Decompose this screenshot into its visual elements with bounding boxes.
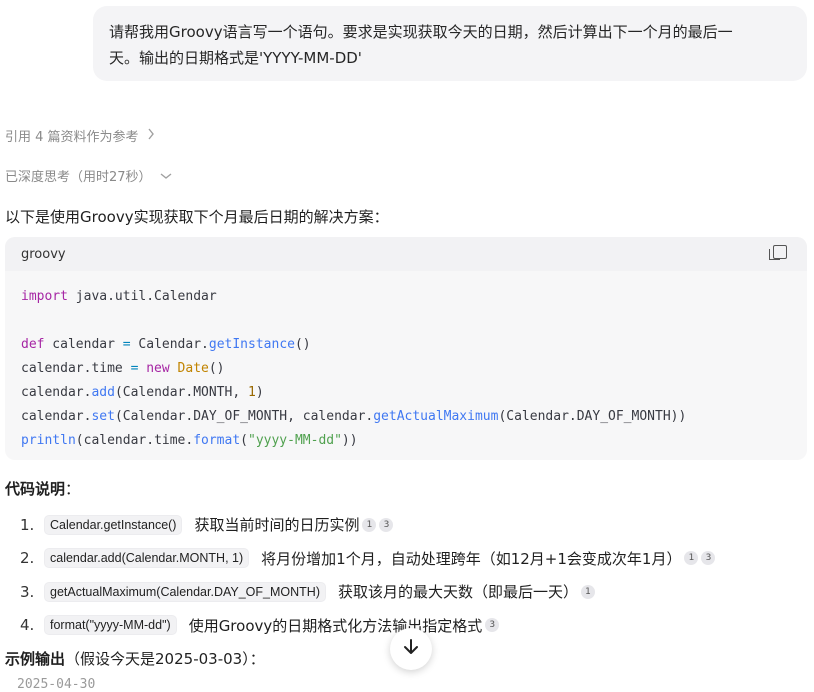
code-token: ( bbox=[240, 433, 248, 448]
item-text: 获取当前时间的日历实例 bbox=[194, 516, 360, 535]
code-token: )) bbox=[341, 433, 358, 448]
references-label: 引用 4 篇资料作为参考 bbox=[5, 130, 139, 145]
code-line-7: println(calendar.time.format("yyyy-MM-dd… bbox=[21, 429, 791, 453]
code-token: java.util.Calendar bbox=[67, 289, 217, 304]
copy-button[interactable] bbox=[769, 241, 791, 267]
item-text: 获取该月的最大天数（即最后一天） bbox=[337, 583, 578, 602]
explanation-title: 代码说明 bbox=[5, 480, 66, 498]
code-token: "yyyy-MM-dd" bbox=[248, 433, 342, 448]
item-text: 将月份增加1个月，自动处理跨年（如12月+1会变成次年1月） bbox=[261, 549, 682, 568]
inline-code: getActualMaximum(Calendar.DAY_OF_MONTH) bbox=[44, 581, 326, 602]
thinking-toggle[interactable]: 已深度思考（用时27秒） bbox=[5, 166, 172, 185]
example-heading: 示例输出（假设今天是2025-03-03）： bbox=[5, 648, 265, 669]
code-token: calendar bbox=[44, 337, 123, 352]
code-token: Date bbox=[177, 361, 209, 376]
citation-badge[interactable]: 1 bbox=[581, 584, 595, 599]
code-token: getActualMaximum bbox=[373, 409, 499, 424]
item-number: 1. bbox=[20, 515, 35, 534]
code-block: groovy import java.util.Calendar​def cal… bbox=[5, 237, 807, 460]
code-token: (Calendar.MONTH, bbox=[114, 385, 248, 400]
code-token: ) bbox=[255, 385, 264, 400]
user-message-line-2: 天。输出的日期格式是'YYYY-MM-DD' bbox=[109, 49, 362, 67]
code-token: () bbox=[294, 337, 311, 352]
code-token: getInstance bbox=[208, 337, 295, 352]
references-toggle[interactable]: 引用 4 篇资料作为参考 bbox=[5, 126, 155, 145]
chevron-down-icon bbox=[160, 169, 172, 183]
code-token: calendar.time bbox=[21, 361, 131, 376]
example-title: 示例输出 bbox=[5, 650, 66, 668]
code-header: groovy bbox=[5, 237, 807, 271]
chevron-right-icon bbox=[147, 128, 155, 143]
explanation-list: 1. Calendar.getInstance() 获取当前时间的日历实例 1 … bbox=[20, 508, 800, 642]
user-message-line-1: 请帮我用Groovy语言写一个语句。要求是实现获取今天的日期，然后计算出下一个月… bbox=[109, 23, 733, 41]
code-token: (Calendar.DAY_OF_MONTH, calendar. bbox=[114, 409, 374, 424]
code-token: calendar. bbox=[21, 385, 92, 400]
code-line-3: def calendar = Calendar.getInstance() bbox=[21, 333, 791, 357]
code-line-1: import java.util.Calendar bbox=[21, 285, 791, 309]
explanation-heading: 代码说明： bbox=[5, 478, 80, 499]
example-output: 2025-04-30 bbox=[17, 677, 96, 692]
citation-badge[interactable]: 3 bbox=[379, 517, 394, 532]
code-token: calendar. bbox=[21, 409, 92, 424]
code-language-label: groovy bbox=[21, 246, 66, 262]
code-token: add bbox=[91, 385, 115, 400]
code-line-2: ​ bbox=[21, 309, 791, 333]
code-token: (Calendar.DAY_OF_MONTH)) bbox=[498, 409, 687, 424]
item-text: 使用Groovy的日期格式化方法输出指定格式 bbox=[188, 616, 483, 635]
thinking-label: 已深度思考（用时27秒） bbox=[5, 170, 152, 185]
arrow-down-icon bbox=[402, 638, 420, 660]
code-token: new bbox=[146, 361, 170, 376]
item-number: 4. bbox=[20, 616, 35, 635]
list-item: 2. calendar.add(Calendar.MONTH, 1) 将月份增加… bbox=[20, 542, 800, 576]
list-item: 1. Calendar.getInstance() 获取当前时间的日历实例 1 … bbox=[20, 508, 800, 542]
code-token: 1 bbox=[248, 385, 256, 400]
code-token: import bbox=[21, 289, 68, 304]
copy-icon bbox=[769, 245, 787, 260]
code-token: (calendar.time. bbox=[75, 433, 194, 448]
code-token: println bbox=[21, 433, 76, 448]
citation-badge[interactable]: 1 bbox=[684, 551, 699, 566]
code-token: = bbox=[122, 337, 131, 352]
code-token: set bbox=[91, 409, 115, 424]
code-token: Calendar. bbox=[130, 337, 209, 352]
inline-code: calendar.add(Calendar.MONTH, 1) bbox=[44, 548, 250, 569]
answer-intro: 以下是使用Groovy实现获取下个月最后日期的解决方案： bbox=[5, 208, 389, 226]
explanation-colon: ： bbox=[65, 480, 81, 498]
citation-badge[interactable]: 1 bbox=[362, 517, 377, 532]
inline-code: format("yyyy-MM-dd") bbox=[44, 615, 177, 636]
code-token: def bbox=[21, 337, 45, 352]
user-message-bubble: 请帮我用Groovy语言写一个语句。要求是实现获取今天的日期，然后计算出下一个月… bbox=[93, 6, 807, 81]
inline-code: Calendar.getInstance() bbox=[44, 514, 183, 535]
citation-badge[interactable]: 3 bbox=[485, 618, 500, 633]
citation-badge[interactable]: 3 bbox=[701, 551, 716, 566]
code-line-4: calendar.time = new Date() bbox=[21, 357, 791, 381]
example-note: （假设今天是2025-03-03）： bbox=[65, 650, 265, 668]
scroll-to-bottom-button[interactable] bbox=[390, 628, 432, 670]
code-line-5: calendar.add(Calendar.MONTH, 1) bbox=[21, 381, 791, 405]
list-item: 3. getActualMaximum(Calendar.DAY_OF_MONT… bbox=[20, 575, 800, 609]
item-number: 3. bbox=[20, 582, 35, 601]
code-token: format bbox=[193, 433, 241, 448]
code-line-6: calendar.set(Calendar.DAY_OF_MONTH, cale… bbox=[21, 405, 791, 429]
item-number: 2. bbox=[20, 549, 35, 568]
code-body: import java.util.Calendar​def calendar =… bbox=[5, 271, 807, 453]
code-token: () bbox=[208, 361, 225, 376]
